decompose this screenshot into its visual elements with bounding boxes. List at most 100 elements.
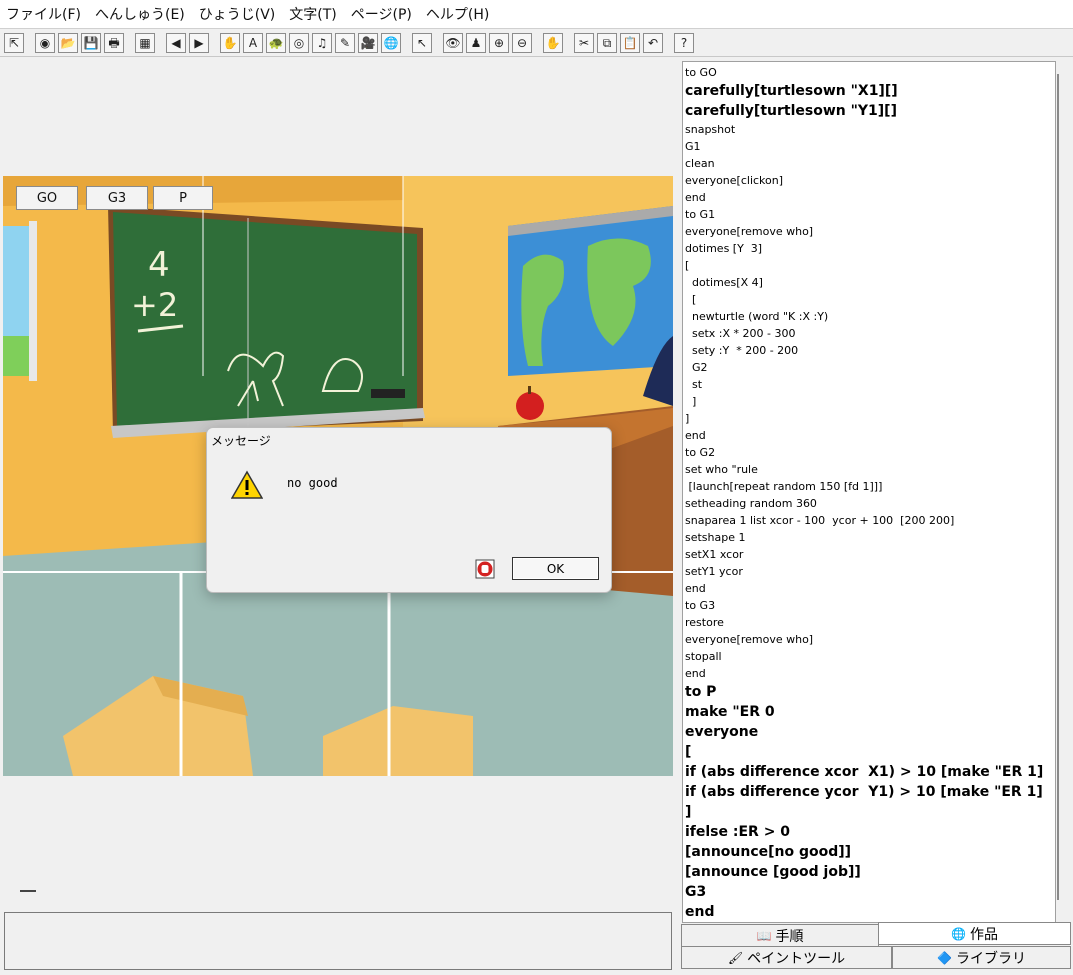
menu-edit[interactable]: へんしゅう(E) bbox=[95, 4, 185, 24]
code-line: to G2 bbox=[685, 446, 716, 459]
message-dialog: メッセージ no good OK bbox=[206, 427, 612, 593]
menu-file[interactable]: ファイル(F) bbox=[6, 4, 81, 24]
code-line: to GO bbox=[685, 66, 717, 79]
tab-paint-tool[interactable]: 🖌 ペイントツール bbox=[681, 946, 892, 969]
g3-button[interactable]: G3 bbox=[86, 186, 148, 210]
book-icon: 📖 bbox=[756, 928, 772, 943]
select-arrow-icon[interactable]: ↖ bbox=[412, 32, 432, 53]
code-line: set who "rule bbox=[685, 463, 758, 476]
code-line: everyone[remove who] bbox=[685, 633, 814, 646]
code-line: G2 bbox=[685, 361, 708, 374]
code-line: stopall bbox=[685, 650, 722, 663]
code-line: dotimes [Y 3] bbox=[685, 242, 763, 255]
cut-scissors-icon[interactable]: ✂ bbox=[574, 32, 594, 53]
code-line: [announce [good job]] bbox=[685, 864, 861, 880]
code-line: carefully[turtlesown "Y1][] bbox=[685, 103, 897, 119]
code-line: everyone[remove who] bbox=[685, 225, 814, 238]
code-line: if (abs difference ycor Y1) > 10 [make "… bbox=[685, 784, 1043, 800]
svg-text:4: 4 bbox=[148, 245, 170, 285]
pointer-arrow-icon[interactable]: ⇱ bbox=[4, 32, 24, 53]
save-disk-icon[interactable]: 💾 bbox=[81, 32, 101, 53]
show-eye-icon[interactable]: 👁 bbox=[443, 32, 463, 53]
globe-icon: 🌐 bbox=[951, 926, 966, 941]
code-line: ] bbox=[685, 395, 697, 408]
code-line: setY1 ycor bbox=[685, 565, 743, 578]
tab-procedures-label: 手順 bbox=[775, 928, 804, 945]
eye-icon[interactable]: ◎ bbox=[289, 32, 309, 53]
code-line: st bbox=[685, 378, 703, 391]
code-line: restore bbox=[685, 616, 724, 629]
pen-icon[interactable]: ✎ bbox=[335, 32, 355, 53]
code-line: clean bbox=[685, 157, 715, 170]
code-line: G3 bbox=[685, 884, 707, 900]
stop-hand-icon[interactable]: ✋ bbox=[543, 32, 563, 53]
dialog-message: no good bbox=[287, 476, 338, 490]
code-line: setshape 1 bbox=[685, 531, 746, 544]
stamp-icon[interactable]: ♟ bbox=[466, 32, 486, 53]
turtle-icon[interactable]: 🐢 bbox=[266, 32, 286, 53]
code-line: newturtle (word "K :X :Y) bbox=[685, 310, 829, 323]
tab-works-label: 作品 bbox=[969, 926, 998, 943]
globe-icon[interactable]: 🌐 bbox=[381, 32, 401, 53]
code-line: setX1 xcor bbox=[685, 548, 744, 561]
menu-bar: ファイル(F) へんしゅう(E) ひょうじ(V) 文字(T) ページ(P) ヘル… bbox=[0, 0, 1073, 29]
ok-button[interactable]: OK bbox=[512, 557, 599, 580]
status-divider bbox=[20, 890, 36, 892]
open-folder-icon[interactable]: 📂 bbox=[58, 32, 78, 53]
paste-icon[interactable]: 📋 bbox=[620, 32, 640, 53]
procedure-editor[interactable]: to GO carefully[turtlesown "X1][] carefull… bbox=[682, 61, 1056, 923]
message-panel[interactable] bbox=[4, 912, 672, 970]
copy-icon[interactable]: ⧉ bbox=[597, 32, 617, 53]
code-line: setx :X * 200 - 300 bbox=[685, 327, 796, 340]
print-icon[interactable]: 🖶 bbox=[104, 32, 124, 53]
code-line: end bbox=[685, 191, 706, 204]
code-line: [ bbox=[685, 744, 692, 760]
text-box-icon[interactable]: A bbox=[243, 32, 263, 53]
code-line: to P bbox=[685, 684, 717, 700]
paintbrush-icon: 🖌 bbox=[727, 950, 744, 965]
dialog-title: メッセージ bbox=[211, 434, 271, 448]
music-note-icon[interactable]: ♫ bbox=[312, 32, 332, 53]
code-line: to G3 bbox=[685, 599, 716, 612]
menu-page[interactable]: ページ(P) bbox=[351, 4, 412, 24]
help-question-icon[interactable]: ? bbox=[674, 32, 694, 53]
p-button[interactable]: P bbox=[153, 186, 213, 210]
code-line: [launch[repeat random 150 [fd 1]]] bbox=[685, 480, 883, 493]
tab-works[interactable]: 🌐 作品 bbox=[878, 922, 1071, 945]
code-line: ] bbox=[685, 412, 690, 425]
code-line: [ bbox=[685, 259, 690, 272]
code-line: dotimes[X 4] bbox=[685, 276, 763, 289]
code-line: snaparea 1 list xcor - 100 ycor + 100 [2… bbox=[685, 514, 955, 527]
tab-paint-tool-label: ペイントツール bbox=[747, 950, 846, 967]
tab-library[interactable]: 🔷 ライブラリ bbox=[892, 946, 1071, 969]
warning-icon bbox=[231, 470, 263, 499]
prev-page-icon[interactable]: ◀ bbox=[166, 32, 186, 53]
tab-library-label: ライブラリ bbox=[955, 950, 1026, 967]
code-line: carefully[turtlesown "X1][] bbox=[685, 83, 898, 99]
code-line: snapshot bbox=[685, 123, 736, 136]
undo-icon[interactable]: ↶ bbox=[643, 32, 663, 53]
code-line: sety :Y * 200 - 200 bbox=[685, 344, 799, 357]
zoom-out-icon[interactable]: ⊖ bbox=[512, 32, 532, 53]
code-line: ] bbox=[685, 804, 692, 820]
video-camera-icon[interactable]: 🎥 bbox=[358, 32, 378, 53]
code-line: end bbox=[685, 582, 706, 595]
menu-view[interactable]: ひょうじ(V) bbox=[199, 4, 276, 24]
layout-icon[interactable]: ▦ bbox=[135, 32, 155, 53]
zoom-in-icon[interactable]: ⊕ bbox=[489, 32, 509, 53]
code-line: setheading random 360 bbox=[685, 497, 817, 510]
menu-help[interactable]: ヘルプ(H) bbox=[426, 4, 489, 24]
new-globe-icon[interactable]: ◉ bbox=[35, 32, 55, 53]
go-button[interactable]: GO bbox=[16, 186, 78, 210]
hand-icon[interactable]: ✋ bbox=[220, 32, 240, 53]
tab-procedures[interactable]: 📖 手順 bbox=[681, 924, 879, 947]
menu-text[interactable]: 文字(T) bbox=[289, 4, 336, 24]
code-line: end bbox=[685, 429, 706, 442]
stop-hand-icon bbox=[475, 559, 495, 579]
scrollbar-thumb[interactable] bbox=[1057, 74, 1059, 900]
toolbar: ⇱ ◉ 📂 💾 🖶 ▦ ◀ ▶ ✋ A 🐢 ◎ ♫ ✎ 🎥 🌐 ↖ 👁 ♟ ⊕ ⊖ ✋ ✂ ⧉ 📋 ↶? bbox=[0, 29, 1073, 57]
code-line: ifelse :ER > 0 bbox=[685, 824, 791, 840]
svg-text:+2: +2 bbox=[131, 286, 178, 324]
next-page-icon[interactable]: ▶ bbox=[189, 32, 209, 53]
code-line: G1 bbox=[685, 140, 701, 153]
